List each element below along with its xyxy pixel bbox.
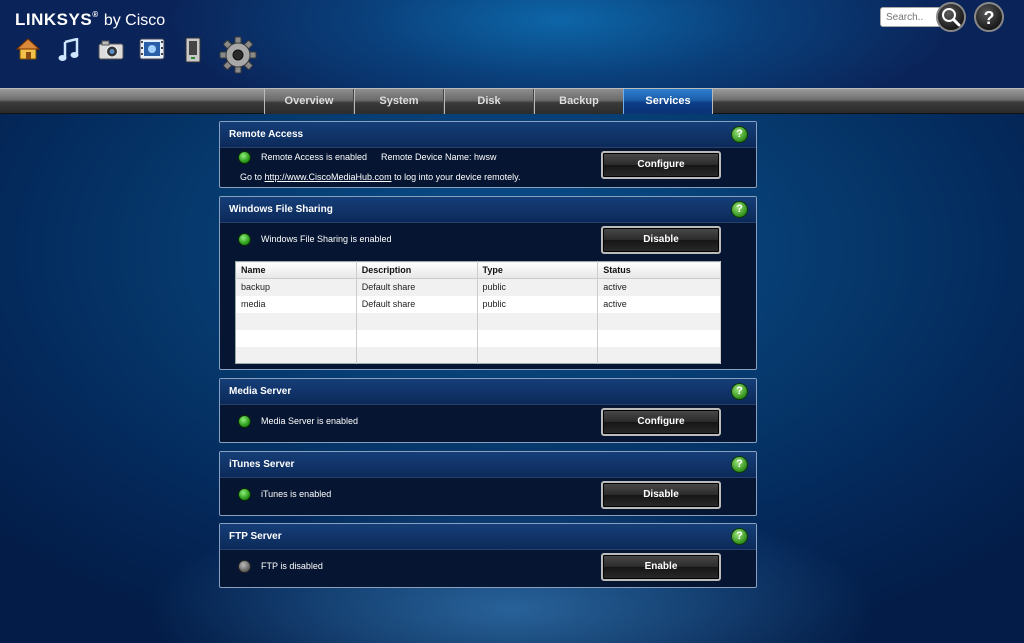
brand-suffix: by Cisco (103, 12, 166, 29)
share-type: public (477, 295, 599, 313)
panel-title: FTP Server (229, 531, 282, 542)
help-icon[interactable]: ? (731, 456, 748, 473)
remote-access-panel: Remote Access ? Remote Access is enabled… (219, 121, 757, 188)
column-header[interactable]: Name (235, 261, 357, 279)
panel-header: FTP Server ? (220, 524, 756, 550)
tab-backup[interactable]: Backup (534, 89, 624, 114)
status-indicator-icon (238, 151, 251, 164)
column-header[interactable]: Description (356, 261, 478, 279)
tab-overview[interactable]: Overview (264, 89, 354, 114)
ftp-server-panel: FTP Server ? FTP is disabled Enable (219, 523, 757, 588)
tab-disk[interactable]: Disk (444, 89, 534, 114)
photos-icon[interactable] (98, 40, 124, 60)
share-status: active (597, 278, 721, 296)
status-indicator-icon (238, 233, 251, 246)
status-indicator-icon (238, 415, 251, 428)
goto-prefix: Go to (240, 172, 265, 182)
help-button[interactable]: ? (974, 2, 1004, 32)
help-icon[interactable]: ? (731, 201, 748, 218)
shares-table: Name Description Type Status backup Defa… (235, 261, 721, 364)
media-server-panel: Media Server ? Media Server is enabled C… (219, 378, 757, 443)
share-description: Default share (356, 278, 478, 296)
windows-sharing-status: Windows File Sharing is enabled (261, 234, 392, 244)
windows-file-sharing-panel: Windows File Sharing ? Windows File Shar… (219, 196, 757, 370)
panel-title: Media Server (229, 386, 292, 397)
configure-remote-access-button[interactable]: Configure (601, 151, 721, 179)
status-indicator-icon (238, 488, 251, 501)
share-name: backup (235, 278, 357, 296)
main-nav: Overview System Disk Backup Services (0, 88, 1024, 114)
panel-header: Remote Access ? (220, 122, 756, 148)
column-header[interactable]: Type (477, 261, 599, 279)
panel-title: iTunes Server (229, 459, 295, 470)
search-icon (942, 8, 961, 27)
empty-row (235, 329, 721, 347)
search-input[interactable] (880, 7, 942, 27)
brand-name: LINKSYS (15, 10, 93, 29)
column-header[interactable]: Status (597, 261, 721, 279)
panel-header: iTunes Server ? (220, 452, 756, 478)
panel-header: Media Server ? (220, 379, 756, 405)
media-server-status: Media Server is enabled (261, 416, 359, 426)
question-icon: ? (984, 8, 995, 28)
files-icon[interactable] (184, 37, 202, 63)
share-type: public (477, 278, 599, 296)
home-icon[interactable] (16, 38, 40, 60)
itunes-server-panel: iTunes Server ? iTunes is enabled Disabl… (219, 451, 757, 516)
videos-icon[interactable] (139, 38, 165, 60)
status-indicator-icon (238, 560, 251, 573)
ftp-status: FTP is disabled (261, 561, 323, 571)
remote-device-name: Remote Device Name: hwsw (381, 152, 497, 162)
help-icon[interactable]: ? (731, 126, 748, 143)
enable-ftp-button[interactable]: Enable (601, 553, 721, 581)
panel-title: Remote Access (229, 129, 304, 140)
table-row[interactable]: backup Default share public active (235, 278, 721, 296)
help-icon[interactable]: ? (731, 528, 748, 545)
music-icon[interactable] (58, 38, 80, 62)
help-glyph: ? (984, 8, 995, 28)
share-name: media (235, 295, 357, 313)
goto-suffix: to log into your device remotely. (391, 172, 521, 182)
search-button[interactable] (936, 2, 966, 32)
tab-system[interactable]: System (354, 89, 444, 114)
table-row[interactable]: media Default share public active (235, 295, 721, 313)
configure-media-server-button[interactable]: Configure (601, 408, 721, 436)
tab-divider (712, 89, 713, 114)
panel-title: Windows File Sharing (229, 204, 333, 215)
table-header-row: Name Description Type Status (235, 261, 721, 279)
share-description: Default share (356, 295, 478, 313)
settings-gear-icon[interactable] (219, 36, 257, 74)
brand-logo[interactable]: LINKSYS® by Cisco (15, 10, 165, 30)
remote-access-status: Remote Access is enabled (261, 152, 368, 162)
empty-row (235, 312, 721, 330)
panel-header: Windows File Sharing ? (220, 197, 756, 223)
disable-itunes-button[interactable]: Disable (601, 481, 721, 509)
top-header: LINKSYS® by Cisco Search.. ? (0, 0, 1024, 88)
help-icon[interactable]: ? (731, 383, 748, 400)
itunes-status: iTunes is enabled (261, 489, 332, 499)
disable-windows-sharing-button[interactable]: Disable (601, 226, 721, 254)
share-status: active (597, 295, 721, 313)
tab-services[interactable]: Services (623, 89, 713, 114)
remote-access-instructions: Go to http://www.CiscoMediaHub.com to lo… (240, 172, 520, 182)
empty-row (235, 346, 721, 364)
cisco-media-hub-link[interactable]: http://www.CiscoMediaHub.com (265, 172, 392, 182)
